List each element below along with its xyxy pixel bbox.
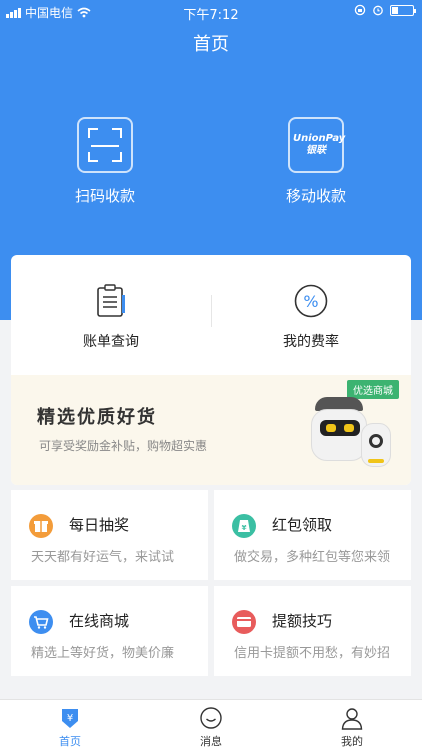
scan-collect-label: 扫码收款 [74,187,135,205]
daily-lottery-card[interactable]: 每日抽奖 天天都有好运气，来试试 [11,490,208,580]
small-robot-image [361,423,391,467]
scan-qr-icon [77,117,133,173]
feature-title: 红包领取 [272,516,333,534]
svg-text:¥: ¥ [242,524,247,532]
bill-query-label: 账单查询 [83,334,139,350]
rotation-lock-icon [354,4,366,16]
mobile-collect-label: 移动收款 [285,187,346,205]
page-title: 首页 [193,34,229,55]
battery-icon [390,4,416,16]
shopping-cart-icon [29,610,53,634]
feature-desc: 精选上等好货，物美价廉 [31,646,175,661]
gift-icon [29,514,53,538]
tab-profile[interactable]: 我的 [282,700,422,750]
home-yuan-icon: ¥ [58,706,82,730]
online-mall-card[interactable]: 在线商城 精选上等好货，物美价廉 [11,586,208,676]
scan-collect-button[interactable]: 扫码收款 [35,117,175,206]
bottom-tab-bar: ¥ 首页 消息 我的 [0,699,422,750]
red-packet-icon: ¥ [232,514,256,538]
tab-label: 消息 [200,735,222,748]
tab-home[interactable]: ¥ 首页 [0,700,140,750]
banner-subtext: 可享受奖励金补贴，购物超实惠 [39,439,208,453]
tab-label: 我的 [341,735,363,748]
feature-title: 在线商城 [69,612,130,630]
mall-banner[interactable]: 精选优质好货 可享受奖励金补贴，购物超实惠 优选商城 [11,375,411,485]
red-packet-card[interactable]: ¥ 红包领取 做交易，多种红包等您来领 [214,490,411,580]
banner-headline: 精选优质好货 [37,407,157,428]
message-smile-icon [199,706,223,730]
status-bar: 中国电信 下午7:12 [0,0,422,23]
bill-clipboard-icon [93,283,129,319]
robot-product-image [309,397,369,473]
tab-messages[interactable]: 消息 [141,700,281,750]
svg-text:%: % [303,292,318,311]
svg-text:¥: ¥ [67,713,73,724]
bill-query-button[interactable]: 账单查询 [11,283,211,351]
feature-title: 提额技巧 [272,612,333,630]
unionpay-icon: UnionPay 银联 [288,117,346,173]
user-icon [340,706,364,730]
tab-label: 首页 [59,735,81,748]
my-rate-label: 我的费率 [283,334,339,350]
feature-desc: 做交易，多种红包等您来领 [234,550,391,565]
credit-tips-card[interactable]: 提额技巧 信用卡提额不用愁，有妙招 [214,586,411,676]
my-rate-button[interactable]: % 我的费率 [211,283,411,351]
mobile-collect-button[interactable]: UnionPay 银联 移动收款 [246,117,386,206]
tools-card: 账单查询 % 我的费率 精选优质好货 可享受奖励金补贴，购物超实惠 优选商城 [11,255,411,485]
percent-icon: % [293,283,329,319]
feature-desc: 信用卡提额不用愁，有妙招 [234,646,391,661]
unionpay-logo-text: UnionPay 银联 [293,133,346,156]
credit-card-icon [232,610,256,634]
feature-desc: 天天都有好运气，来试试 [31,550,175,565]
alarm-icon [373,5,383,16]
feature-grid: 每日抽奖 天天都有好运气，来试试 ¥ 红包领取 做交易，多种红包等您来领 在线商… [11,490,411,680]
feature-title: 每日抽奖 [69,516,130,534]
